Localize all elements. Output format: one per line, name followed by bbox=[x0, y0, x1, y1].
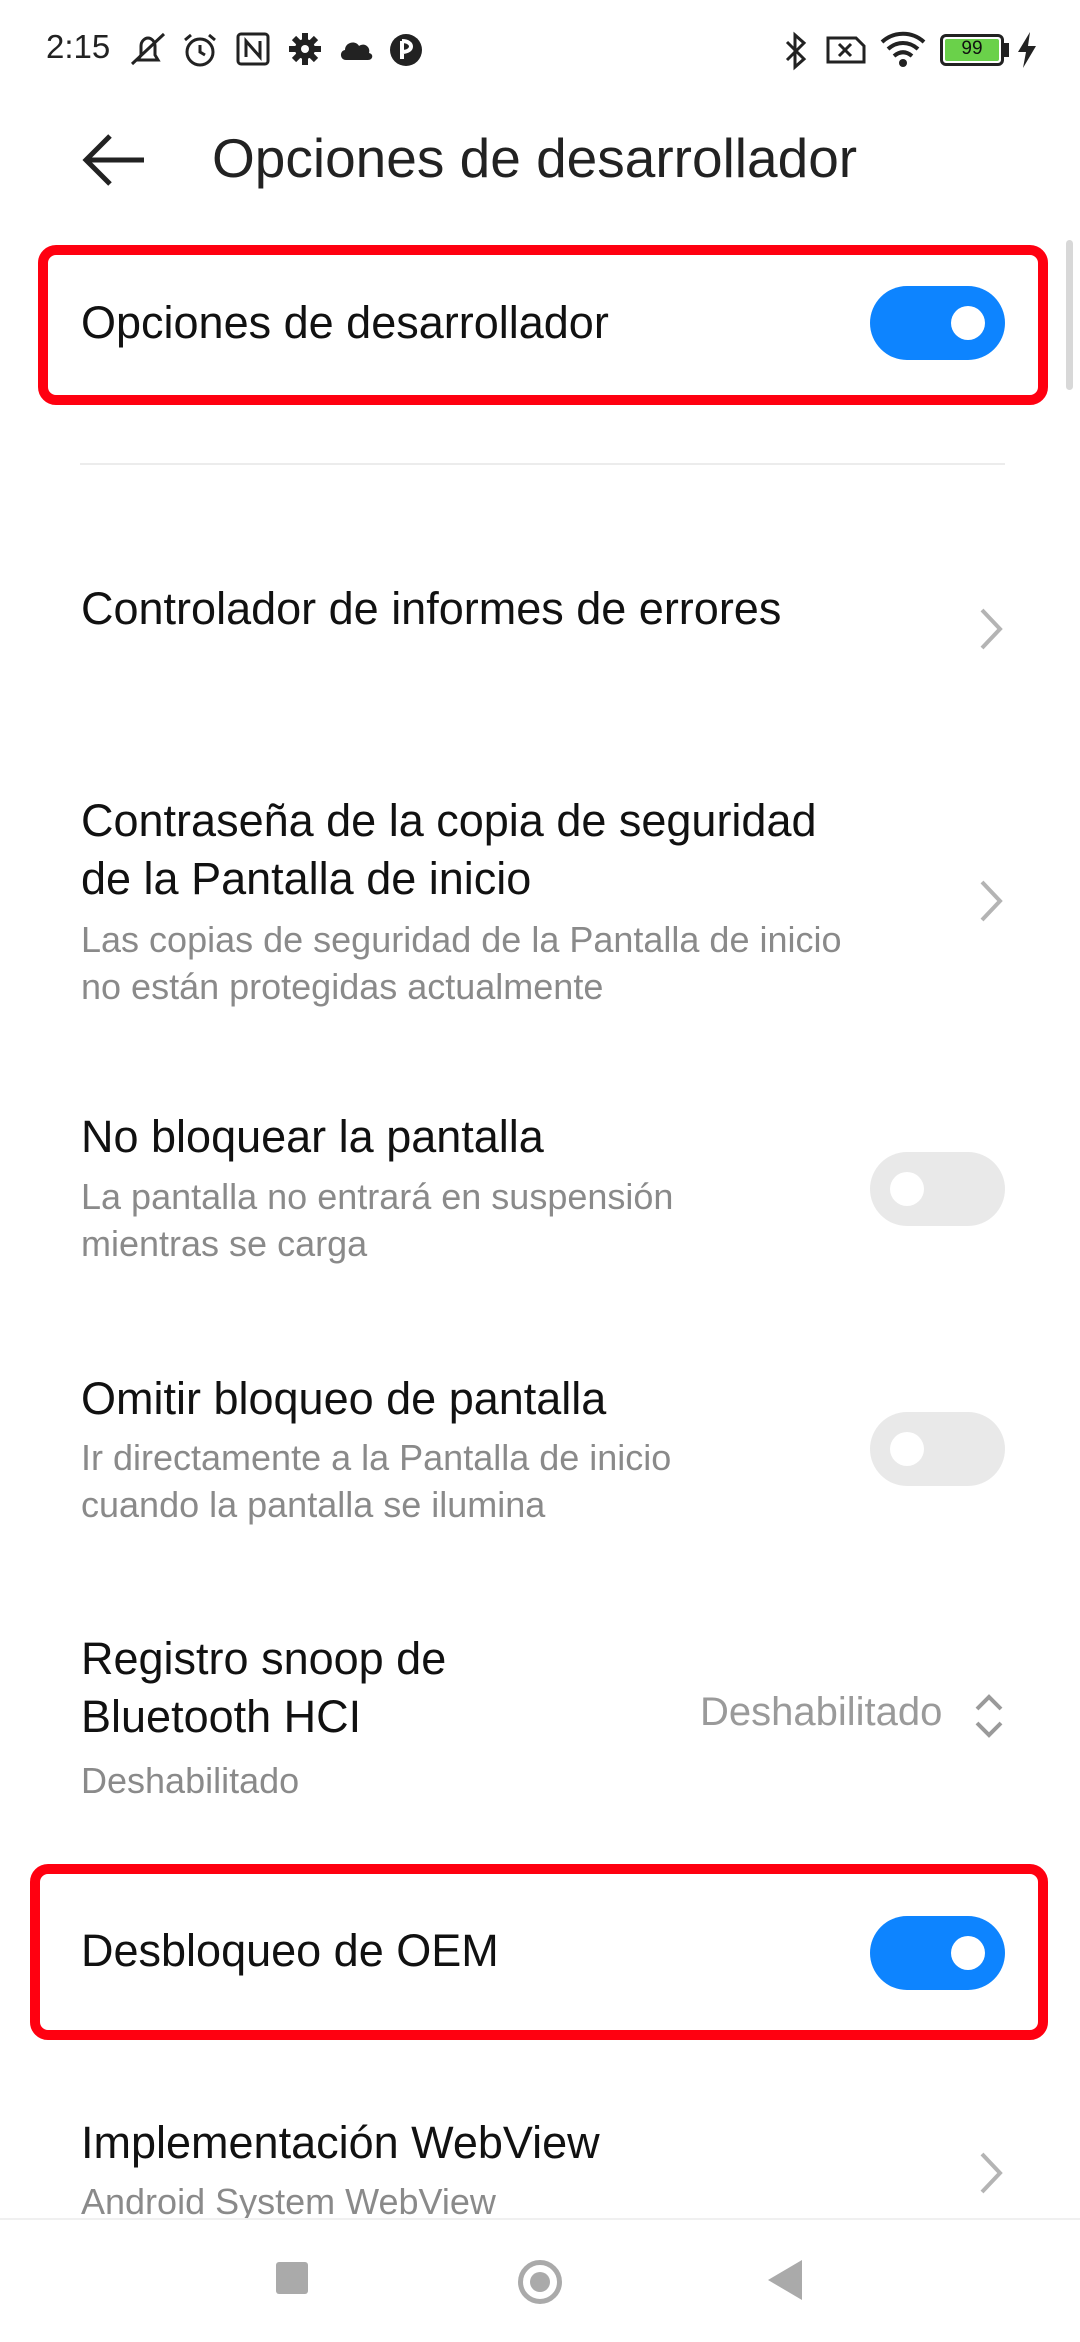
bug-report-label: Controlador de informes de errores bbox=[81, 583, 782, 634]
bt-snoop-dropdown-value[interactable]: Deshabilitado bbox=[700, 1690, 942, 1735]
backup-password-label-line2: de la Pantalla de inicio bbox=[81, 853, 532, 904]
stay-awake-description-line2: mientras se carga bbox=[81, 1223, 368, 1264]
app-icon bbox=[390, 34, 422, 66]
no-sim-icon bbox=[826, 36, 866, 64]
charging-icon bbox=[1018, 32, 1036, 68]
status-time: 2:15 bbox=[46, 28, 111, 65]
home-button[interactable] bbox=[518, 2260, 562, 2304]
alarm-icon bbox=[184, 33, 216, 67]
backup-password-description-line2: no están protegidas actualmente bbox=[81, 966, 604, 1007]
bug-report-row[interactable]: Controlador de informes de errores bbox=[0, 540, 1080, 720]
highlight-box-oem-unlock bbox=[30, 1864, 1048, 2040]
bt-snoop-label-line2: Bluetooth HCI bbox=[81, 1691, 362, 1742]
skip-lockscreen-label: Omitir bloqueo de pantalla bbox=[81, 1373, 607, 1424]
highlight-box-developer-options bbox=[38, 245, 1048, 405]
skip-lockscreen-description-line2: cuando la pantalla se ilumina bbox=[81, 1484, 546, 1525]
webview-label: Implementación WebView bbox=[81, 2117, 600, 2168]
status-bar: 2:15 99 bbox=[0, 0, 1080, 100]
skip-lockscreen-description-line1: Ir directamente a la Pantalla de inicio bbox=[81, 1437, 672, 1478]
cloud-icon bbox=[340, 42, 373, 60]
toggle-knob bbox=[890, 1432, 924, 1466]
settings-gear-icon bbox=[289, 33, 321, 65]
chevron-right-icon bbox=[980, 880, 1003, 922]
webview-row[interactable]: Implementación WebView Android System We… bbox=[0, 2100, 1080, 2218]
stay-awake-description-line1: La pantalla no entrará en suspensión bbox=[81, 1176, 674, 1217]
divider bbox=[80, 463, 1005, 465]
up-down-chevron-icon[interactable] bbox=[972, 1692, 1006, 1740]
backup-password-row[interactable]: Contraseña de la copia de seguridad de l… bbox=[0, 780, 1080, 1020]
battery-tip bbox=[1004, 43, 1009, 57]
nfc-icon bbox=[236, 32, 270, 66]
chevron-right-icon bbox=[980, 608, 1003, 650]
backup-password-label-line1: Contraseña de la copia de seguridad bbox=[81, 795, 817, 846]
back-arrow-icon[interactable] bbox=[80, 130, 150, 190]
recents-button[interactable] bbox=[276, 2262, 308, 2294]
bluetooth-icon bbox=[785, 31, 807, 71]
skip-lockscreen-row[interactable]: Omitir bloqueo de pantalla Ir directamen… bbox=[0, 1362, 1080, 1542]
toggle-knob bbox=[890, 1172, 924, 1206]
back-button[interactable] bbox=[768, 2260, 802, 2300]
stay-awake-toggle[interactable] bbox=[870, 1152, 1005, 1226]
mute-notifications-icon bbox=[130, 32, 166, 66]
stay-awake-row[interactable]: No bloquear la pantalla La pantalla no e… bbox=[0, 1100, 1080, 1280]
stay-awake-label: No bloquear la pantalla bbox=[81, 1111, 544, 1162]
skip-lockscreen-toggle[interactable] bbox=[870, 1412, 1005, 1486]
page-title: Opciones de desarrollador bbox=[212, 127, 858, 189]
bt-snoop-label-line1: Registro snoop de bbox=[81, 1633, 447, 1684]
bt-snoop-description: Deshabilitado bbox=[81, 1760, 300, 1801]
backup-password-description-line1: Las copias de seguridad de la Pantalla d… bbox=[81, 919, 842, 960]
battery-level: 99 bbox=[961, 38, 983, 59]
battery-icon: 99 bbox=[940, 34, 1004, 66]
wifi-icon bbox=[880, 31, 926, 67]
chevron-right-icon bbox=[980, 2152, 1003, 2194]
navigation-bar bbox=[0, 2218, 1080, 2342]
webview-description: Android System WebView bbox=[81, 2181, 496, 2218]
